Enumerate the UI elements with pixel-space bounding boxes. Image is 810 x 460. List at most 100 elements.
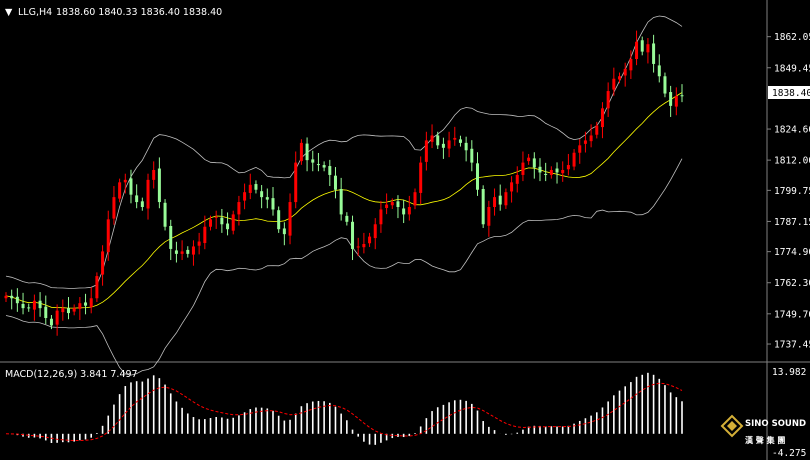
candle (345, 212, 349, 226)
candle (328, 159, 332, 187)
candle (635, 30, 639, 66)
candle-body (112, 197, 116, 219)
candle-body (152, 170, 156, 180)
candle-body (600, 108, 604, 128)
candle-body (618, 76, 622, 80)
candle-body (180, 251, 184, 254)
lower-band-line (5, 158, 683, 376)
candle (282, 222, 286, 246)
candle (333, 167, 337, 199)
candle (4, 292, 8, 302)
candle (566, 153, 570, 176)
candle (362, 232, 366, 254)
candle-body (532, 158, 536, 168)
candle-body (72, 308, 76, 312)
candle-body (646, 44, 650, 53)
candle (549, 166, 553, 179)
candle-body (362, 244, 366, 248)
candle-body (373, 224, 377, 239)
candle-body (169, 225, 173, 249)
candle (288, 193, 292, 245)
candle (15, 288, 19, 312)
candle (140, 197, 144, 211)
candle (38, 292, 42, 317)
candle-body (27, 307, 31, 309)
candle-body (209, 219, 213, 227)
candle-body (123, 179, 127, 183)
candle (231, 210, 235, 235)
candle-body (21, 303, 25, 309)
candle (72, 304, 76, 316)
candle-body (640, 40, 644, 52)
candle (322, 161, 326, 172)
candle (413, 188, 417, 210)
candle-body (464, 142, 468, 151)
candle (470, 140, 474, 172)
chart-canvas[interactable]: ▼ LLG,H4 1838.60 1840.33 1836.40 1838.40… (0, 0, 810, 460)
candle (243, 183, 247, 210)
candle-body (118, 182, 122, 199)
candle-body (657, 65, 661, 77)
candle (277, 206, 281, 233)
candle (379, 200, 383, 233)
candle-body (186, 249, 190, 254)
candle-body (595, 125, 599, 135)
candle (657, 54, 661, 83)
bollinger-bands (5, 15, 683, 376)
candle (135, 184, 139, 209)
candle-body (305, 143, 309, 161)
candle (458, 135, 462, 147)
candle (555, 162, 559, 184)
macd-bottom-tick: -4.275 (772, 448, 806, 459)
candle-body (424, 140, 428, 162)
candle-body (66, 308, 70, 314)
candle (186, 246, 190, 258)
candle-body (140, 201, 144, 207)
candle (430, 124, 434, 149)
candle (21, 292, 25, 315)
current-price-label: 1838.40 (772, 88, 810, 99)
symbol-label: LLG,H4 (18, 7, 52, 18)
collapse-arrow-icon[interactable]: ▼ (5, 7, 13, 18)
candle (493, 188, 497, 216)
candle-body (652, 43, 656, 64)
logo-inner-icon (727, 421, 737, 431)
candle (78, 297, 82, 320)
candle (538, 158, 542, 182)
price-tick-label: 1862.05 (774, 32, 810, 43)
price-tick-label: 1824.60 (774, 125, 810, 136)
candle (515, 166, 519, 193)
macd-top-tick: 13.982 (772, 367, 806, 378)
candle (214, 210, 218, 229)
price-axis[interactable]: 1862.05 1849.45 1824.60 1812.00 1799.75 1787.… (767, 32, 810, 351)
candle-body (101, 251, 105, 275)
candle-body (521, 162, 525, 175)
candle (265, 188, 269, 209)
candle (561, 161, 565, 182)
candle-body (129, 178, 133, 195)
candle (464, 136, 468, 162)
candle (436, 131, 440, 150)
candle (44, 295, 48, 325)
candle-body (680, 95, 684, 97)
candle-body (260, 191, 264, 198)
candle (368, 232, 372, 247)
candle-body (674, 96, 678, 107)
candle-body (578, 145, 582, 153)
candle-body (38, 300, 42, 309)
candle (163, 199, 167, 231)
candle (226, 212, 230, 236)
candle-body (481, 188, 485, 225)
candle (174, 241, 178, 263)
logo-sub: 漢 聲 集 團 (745, 435, 785, 445)
candle (385, 193, 389, 215)
candle (390, 198, 394, 209)
candle-body (470, 148, 474, 163)
price-tick-label: 1737.45 (774, 340, 810, 351)
candle-body (402, 208, 406, 215)
candle-body (515, 174, 519, 184)
candle (248, 173, 252, 200)
candle-body (15, 296, 19, 304)
candle-body (157, 168, 161, 203)
candle-body (78, 303, 82, 309)
